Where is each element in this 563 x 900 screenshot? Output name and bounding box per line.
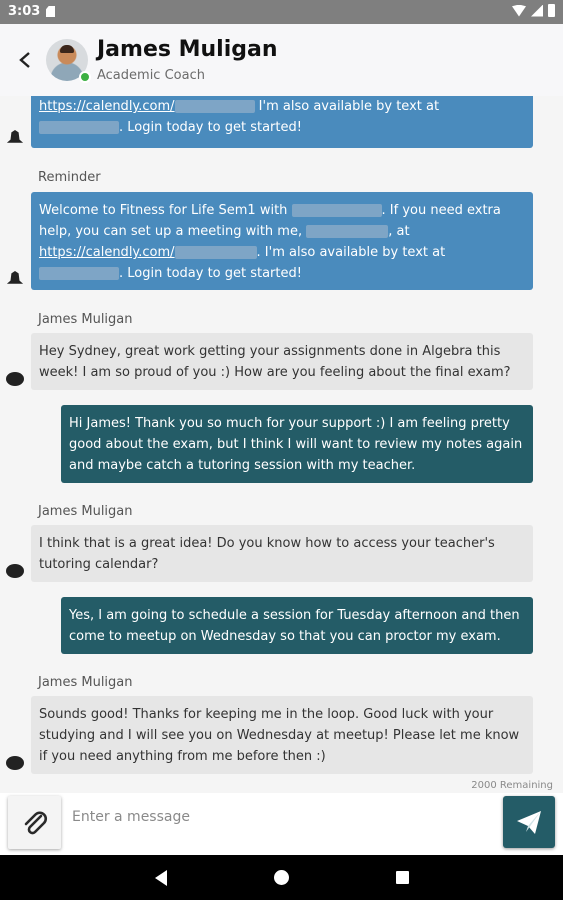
chevron-left-icon: [19, 52, 30, 68]
nav-home-icon[interactable]: [274, 870, 289, 885]
message-line: https://calendly.com/ I'm also available…: [39, 99, 440, 114]
bell-icon: [6, 271, 24, 284]
outgoing-message: Hi James! Thank you so much for your sup…: [61, 405, 533, 483]
reminder-message: Welcome to Fitness for Life Sem1 with . …: [31, 192, 533, 290]
contact-role: Academic Coach: [97, 68, 205, 83]
calendly-link[interactable]: https://calendly.com/: [39, 99, 175, 114]
sender-label: James Muligan: [38, 675, 133, 690]
status-time: 3:03: [8, 4, 41, 19]
redacted-text: [174, 246, 257, 259]
sd-card-icon: [46, 6, 55, 17]
paperclip-icon: [24, 811, 47, 835]
incoming-message: Hey Sydney, great work getting your assi…: [31, 333, 533, 390]
calendly-link[interactable]: https://calendly.com/: [39, 245, 175, 260]
reminder-message: https://calendly.com/ I'm also available…: [31, 96, 533, 148]
chat-header: James Muligan Academic Coach: [0, 24, 563, 96]
redacted-text: [39, 121, 119, 134]
sender-label: Reminder: [38, 170, 101, 185]
battery-icon: [548, 4, 555, 17]
incoming-message: I think that is a great idea! Do you kno…: [31, 525, 533, 582]
send-button[interactable]: [503, 796, 555, 848]
sender-label: James Muligan: [38, 504, 133, 519]
send-icon: [517, 811, 541, 834]
avatar-hair: [60, 45, 74, 53]
message-line: . Login today to get started!: [39, 117, 525, 138]
online-status-indicator: [79, 71, 91, 83]
message-list[interactable]: https://calendly.com/ I'm also available…: [0, 96, 563, 778]
character-counter: 2000 Remaining: [471, 780, 553, 791]
chat-bubble-icon: [6, 756, 24, 770]
outgoing-message: Yes, I am going to schedule a session fo…: [61, 597, 533, 654]
back-button[interactable]: [12, 46, 38, 74]
attach-button[interactable]: [8, 796, 61, 849]
system-navigation-bar: [0, 855, 563, 900]
incoming-message: Sounds good! Thanks for keeping me in th…: [31, 696, 533, 774]
nav-back-icon[interactable]: [155, 870, 167, 886]
message-input[interactable]: [72, 801, 492, 833]
sender-label: James Muligan: [38, 312, 133, 327]
signal-icon: [531, 4, 543, 17]
redacted-text: [39, 267, 119, 280]
redacted-text: [174, 100, 255, 113]
nav-recents-icon[interactable]: [396, 871, 409, 884]
status-icons: [512, 4, 555, 17]
chat-bubble-icon: [6, 564, 24, 578]
status-bar: 3:03: [0, 0, 563, 24]
redacted-text: [306, 225, 389, 238]
wifi-icon: [512, 4, 526, 17]
bell-icon: [6, 130, 24, 143]
message-composer: [0, 793, 563, 855]
contact-name: James Muligan: [97, 37, 278, 62]
chat-bubble-icon: [6, 372, 24, 386]
chat-screen: 3:03 James Muligan Academic Coach https:…: [0, 0, 563, 900]
redacted-text: [291, 204, 382, 217]
